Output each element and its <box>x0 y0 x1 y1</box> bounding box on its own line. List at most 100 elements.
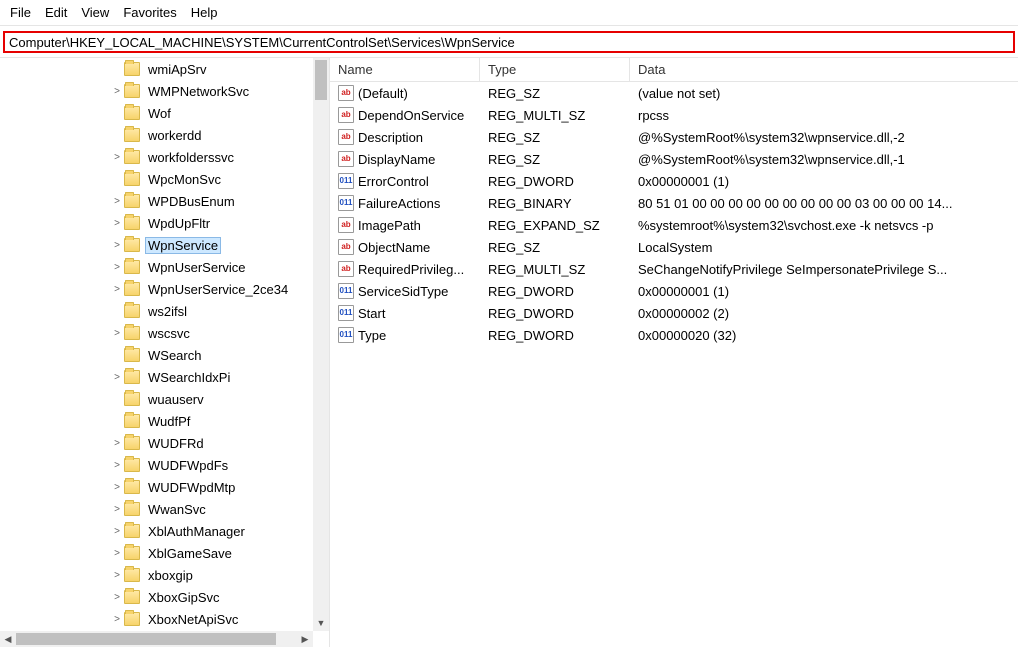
expand-icon[interactable]: > <box>110 240 124 251</box>
tree-list[interactable]: wmiApSrv >WMPNetworkSvcWofworkerdd>workfo… <box>0 58 313 631</box>
tree-item[interactable]: >XblAuthManager <box>0 520 313 542</box>
menu-help[interactable]: Help <box>191 5 218 20</box>
value-name: (Default) <box>358 86 408 101</box>
tree-item-label: WwanSvc <box>146 502 208 517</box>
folder-icon <box>124 502 140 516</box>
tree-horizontal-scrollbar[interactable]: ◀ ▶ <box>0 631 313 647</box>
tree-item-label: WudfPf <box>146 414 192 429</box>
column-header-data[interactable]: Data <box>630 58 1018 81</box>
tree-item[interactable]: wmiApSrv <box>0 58 313 80</box>
tree-item[interactable]: WudfPf <box>0 410 313 432</box>
expand-icon[interactable]: > <box>110 460 124 471</box>
string-value-icon: ab <box>338 107 354 123</box>
tree-item-label: WpnUserService <box>146 260 248 275</box>
folder-icon <box>124 458 140 472</box>
value-name: RequiredPrivileg... <box>358 262 464 277</box>
scroll-right-icon[interactable]: ▶ <box>297 631 313 647</box>
value-row[interactable]: abObjectNameREG_SZLocalSystem <box>330 236 1018 258</box>
tree-item[interactable]: >WPDBusEnum <box>0 190 313 212</box>
scroll-thumb[interactable] <box>315 60 327 100</box>
expand-icon[interactable]: > <box>110 218 124 229</box>
folder-icon <box>124 568 140 582</box>
expand-icon[interactable]: > <box>110 328 124 339</box>
value-row[interactable]: abDescriptionREG_SZ@%SystemRoot%\system3… <box>330 126 1018 148</box>
tree-item[interactable]: >xboxgip <box>0 564 313 586</box>
tree-item[interactable]: WSearch <box>0 344 313 366</box>
tree-item-label: wuauserv <box>146 392 206 407</box>
tree-vertical-scrollbar[interactable]: ▲ ▼ <box>313 58 329 631</box>
tree-item[interactable]: >WpnService <box>0 234 313 256</box>
tree-item[interactable]: WpcMonSvc <box>0 168 313 190</box>
tree-pane: wmiApSrv >WMPNetworkSvcWofworkerdd>workfo… <box>0 58 330 647</box>
menu-view[interactable]: View <box>81 5 109 20</box>
tree-item[interactable]: >WUDFWpdFs <box>0 454 313 476</box>
expand-icon[interactable]: > <box>110 86 124 97</box>
tree-item[interactable]: ws2ifsl <box>0 300 313 322</box>
value-data: LocalSystem <box>630 240 1018 255</box>
expand-icon[interactable]: > <box>110 504 124 515</box>
folder-icon <box>124 590 140 604</box>
tree-item[interactable]: >WpnUserService_2ce34 <box>0 278 313 300</box>
scroll-down-icon[interactable]: ▼ <box>313 615 329 631</box>
tree-item-label: WSearch <box>146 348 203 363</box>
value-row[interactable]: 011ServiceSidTypeREG_DWORD0x00000001 (1) <box>330 280 1018 302</box>
value-data: 0x00000001 (1) <box>630 174 1018 189</box>
menu-file[interactable]: File <box>10 5 31 20</box>
tree-item[interactable]: > WwanSvc <box>0 498 313 520</box>
value-data: SeChangeNotifyPrivilege SeImpersonatePri… <box>630 262 1018 277</box>
tree-item[interactable]: >XboxNetApiSvc <box>0 608 313 630</box>
expand-icon[interactable]: > <box>110 262 124 273</box>
value-type: REG_DWORD <box>480 174 630 189</box>
value-type: REG_MULTI_SZ <box>480 262 630 277</box>
value-row[interactable]: 011FailureActionsREG_BINARY80 51 01 00 0… <box>330 192 1018 214</box>
menu-favorites[interactable]: Favorites <box>123 5 176 20</box>
expand-icon[interactable]: > <box>110 438 124 449</box>
scroll-left-icon[interactable]: ◀ <box>0 631 16 647</box>
value-row[interactable]: 011ErrorControlREG_DWORD0x00000001 (1) <box>330 170 1018 192</box>
expand-icon[interactable]: > <box>110 196 124 207</box>
value-row[interactable]: abRequiredPrivileg...REG_MULTI_SZSeChang… <box>330 258 1018 280</box>
value-row[interactable]: ab(Default)REG_SZ(value not set) <box>330 82 1018 104</box>
folder-icon <box>124 304 140 318</box>
value-row[interactable]: abDisplayNameREG_SZ@%SystemRoot%\system3… <box>330 148 1018 170</box>
scroll-thumb[interactable] <box>16 633 276 645</box>
tree-item-label: wmiApSrv <box>146 62 209 77</box>
column-header-type[interactable]: Type <box>480 58 630 81</box>
tree-item[interactable]: >WUDFWpdMtp <box>0 476 313 498</box>
tree-item-label: WUDFRd <box>146 436 206 451</box>
tree-item[interactable]: >WSearchIdxPi <box>0 366 313 388</box>
address-bar[interactable]: Computer\HKEY_LOCAL_MACHINE\SYSTEM\Curre… <box>3 31 1015 53</box>
expand-icon[interactable]: > <box>110 548 124 559</box>
tree-item[interactable]: Wof <box>0 102 313 124</box>
tree-item[interactable]: >XboxGipSvc <box>0 586 313 608</box>
menu-edit[interactable]: Edit <box>45 5 67 20</box>
tree-item[interactable]: >workfolderssvc <box>0 146 313 168</box>
tree-item[interactable]: > WpnUserService <box>0 256 313 278</box>
tree-item[interactable]: > WUDFRd <box>0 432 313 454</box>
value-type: REG_SZ <box>480 240 630 255</box>
tree-item[interactable]: workerdd <box>0 124 313 146</box>
expand-icon[interactable]: > <box>110 614 124 625</box>
value-row[interactable]: abImagePathREG_EXPAND_SZ%systemroot%\sys… <box>330 214 1018 236</box>
tree-item[interactable]: >XblGameSave <box>0 542 313 564</box>
string-value-icon: ab <box>338 151 354 167</box>
expand-icon[interactable]: > <box>110 570 124 581</box>
value-row[interactable]: 011StartREG_DWORD0x00000002 (2) <box>330 302 1018 324</box>
expand-icon[interactable]: > <box>110 152 124 163</box>
tree-item[interactable]: >wscsvc <box>0 322 313 344</box>
tree-item[interactable]: wuauserv <box>0 388 313 410</box>
column-header-name[interactable]: Name <box>330 58 480 81</box>
expand-icon[interactable]: > <box>110 372 124 383</box>
tree-item[interactable]: >WpdUpFltr <box>0 212 313 234</box>
value-row[interactable]: abDependOnServiceREG_MULTI_SZrpcss <box>330 104 1018 126</box>
tree-item[interactable]: >WMPNetworkSvc <box>0 80 313 102</box>
value-data: @%SystemRoot%\system32\wpnservice.dll,-2 <box>630 130 1018 145</box>
tree-item-label: ws2ifsl <box>146 304 189 319</box>
value-row[interactable]: 011TypeREG_DWORD0x00000020 (32) <box>330 324 1018 346</box>
expand-icon[interactable]: > <box>110 482 124 493</box>
values-list[interactable]: ab(Default)REG_SZ(value not set)abDepend… <box>330 82 1018 346</box>
expand-icon[interactable]: > <box>110 526 124 537</box>
expand-icon[interactable]: > <box>110 284 124 295</box>
expand-icon[interactable]: > <box>110 592 124 603</box>
value-data: 0x00000020 (32) <box>630 328 1018 343</box>
